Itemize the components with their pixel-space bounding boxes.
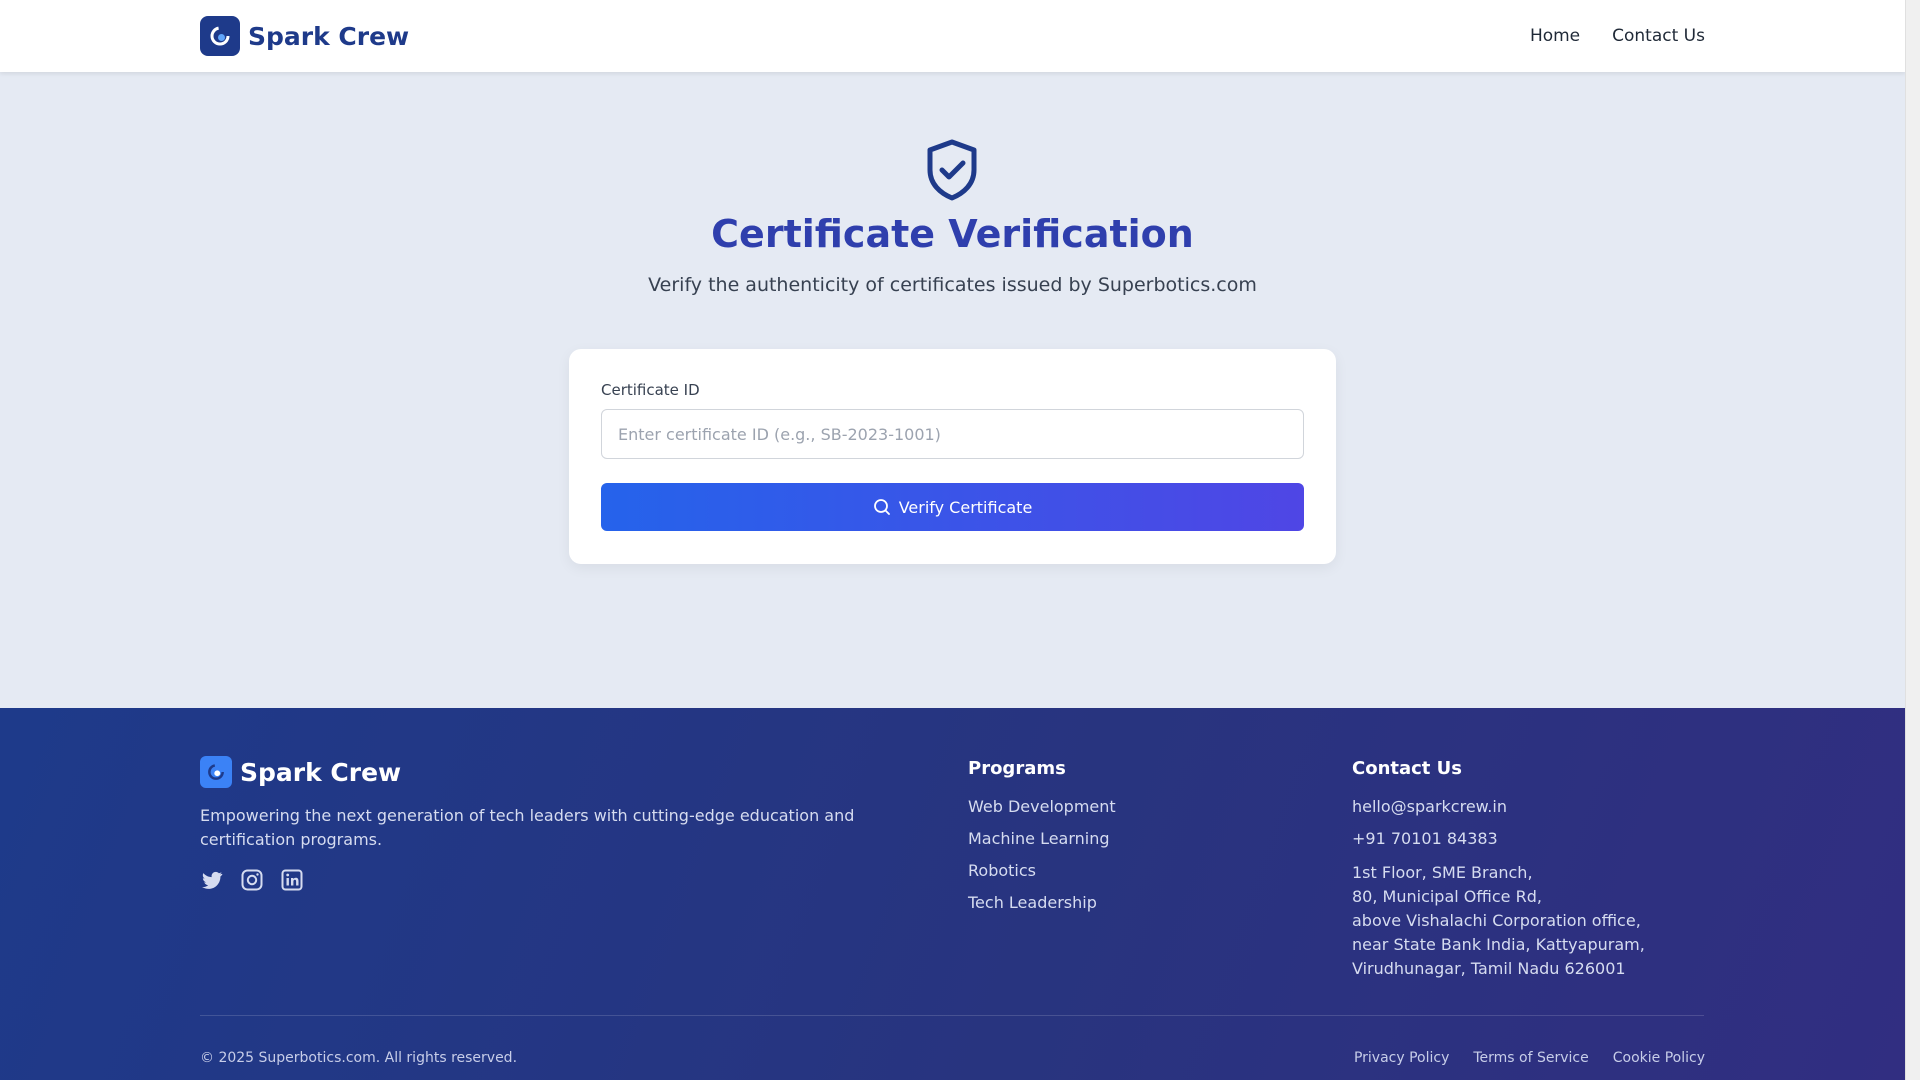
nav-contact-link[interactable]: Contact Us (1612, 26, 1705, 46)
program-link-robotics[interactable]: Robotics (968, 861, 1116, 881)
legal-links: Privacy Policy Terms of Service Cookie P… (1354, 1050, 1705, 1066)
page-title: Certificate Verification (711, 212, 1194, 256)
contact-heading: Contact Us (1352, 758, 1463, 779)
programs-heading: Programs (968, 758, 1066, 779)
certificate-id-label: Certificate ID (601, 381, 700, 399)
brand-name: Spark Crew (248, 21, 410, 51)
page: Spark Crew Home Contact Us Certificate V… (0, 0, 1905, 1080)
hero-section: Certificate Verification Verify the auth… (0, 72, 1905, 708)
page-subtitle: Verify the authenticity of certificates … (648, 274, 1257, 296)
program-link-web-development[interactable]: Web Development (968, 797, 1116, 817)
program-link-tech-leadership[interactable]: Tech Leadership (968, 893, 1116, 913)
program-link-machine-learning[interactable]: Machine Learning (968, 829, 1116, 849)
address-line: 1st Floor, SME Branch, (1352, 863, 1533, 882)
site-footer: Spark Crew Empowering the next generatio… (0, 708, 1905, 1080)
spark-logo-icon (200, 756, 232, 788)
copyright-text: © 2025 Superbotics.com. All rights reser… (200, 1050, 518, 1066)
privacy-policy-link[interactable]: Privacy Policy (1354, 1050, 1449, 1066)
verify-certificate-button[interactable]: Verify Certificate (601, 483, 1304, 531)
verification-form-card: Certificate ID Verify Certificate (569, 349, 1336, 564)
footer-brand-name: Spark Crew (240, 757, 402, 787)
contact-email-link[interactable]: hello@sparkcrew.in (1352, 797, 1645, 817)
page-scrollbar[interactable] (1905, 0, 1920, 1080)
terms-of-service-link[interactable]: Terms of Service (1473, 1050, 1588, 1066)
instagram-icon[interactable] (240, 868, 264, 892)
verify-button-label: Verify Certificate (898, 497, 1033, 517)
contact-address: 1st Floor, SME Branch, 80, Municipal Off… (1352, 861, 1645, 981)
footer-brand[interactable]: Spark Crew (200, 756, 401, 788)
address-line: above Vishalachi Corporation office, (1352, 911, 1641, 930)
twitter-icon[interactable] (200, 868, 224, 892)
main-nav: Home Contact Us (1530, 26, 1705, 46)
linkedin-icon[interactable] (280, 868, 304, 892)
certificate-id-input[interactable] (601, 409, 1304, 459)
social-links (200, 868, 304, 892)
contact-column: Contact Us hello@sparkcrew.in +91 70101 … (1352, 758, 1645, 981)
shield-check-icon (927, 139, 977, 201)
spark-logo-icon (200, 16, 240, 56)
address-line: near State Bank India, Kattyapuram, (1352, 935, 1645, 954)
address-line: 80, Municipal Office Rd, (1352, 887, 1542, 906)
nav-home-link[interactable]: Home (1530, 26, 1580, 46)
cookie-policy-link[interactable]: Cookie Policy (1613, 1050, 1705, 1066)
programs-column: Programs Web Development Machine Learnin… (968, 758, 1116, 925)
site-header: Spark Crew Home Contact Us (0, 0, 1905, 72)
brand-logo-link[interactable]: Spark Crew (200, 16, 409, 56)
contact-phone-link[interactable]: +91 70101 84383 (1352, 829, 1645, 849)
search-icon (873, 499, 890, 515)
address-line: Virudhunagar, Tamil Nadu 626001 (1352, 959, 1626, 978)
footer-divider (200, 1015, 1704, 1016)
footer-description: Empowering the next generation of tech l… (200, 806, 855, 849)
